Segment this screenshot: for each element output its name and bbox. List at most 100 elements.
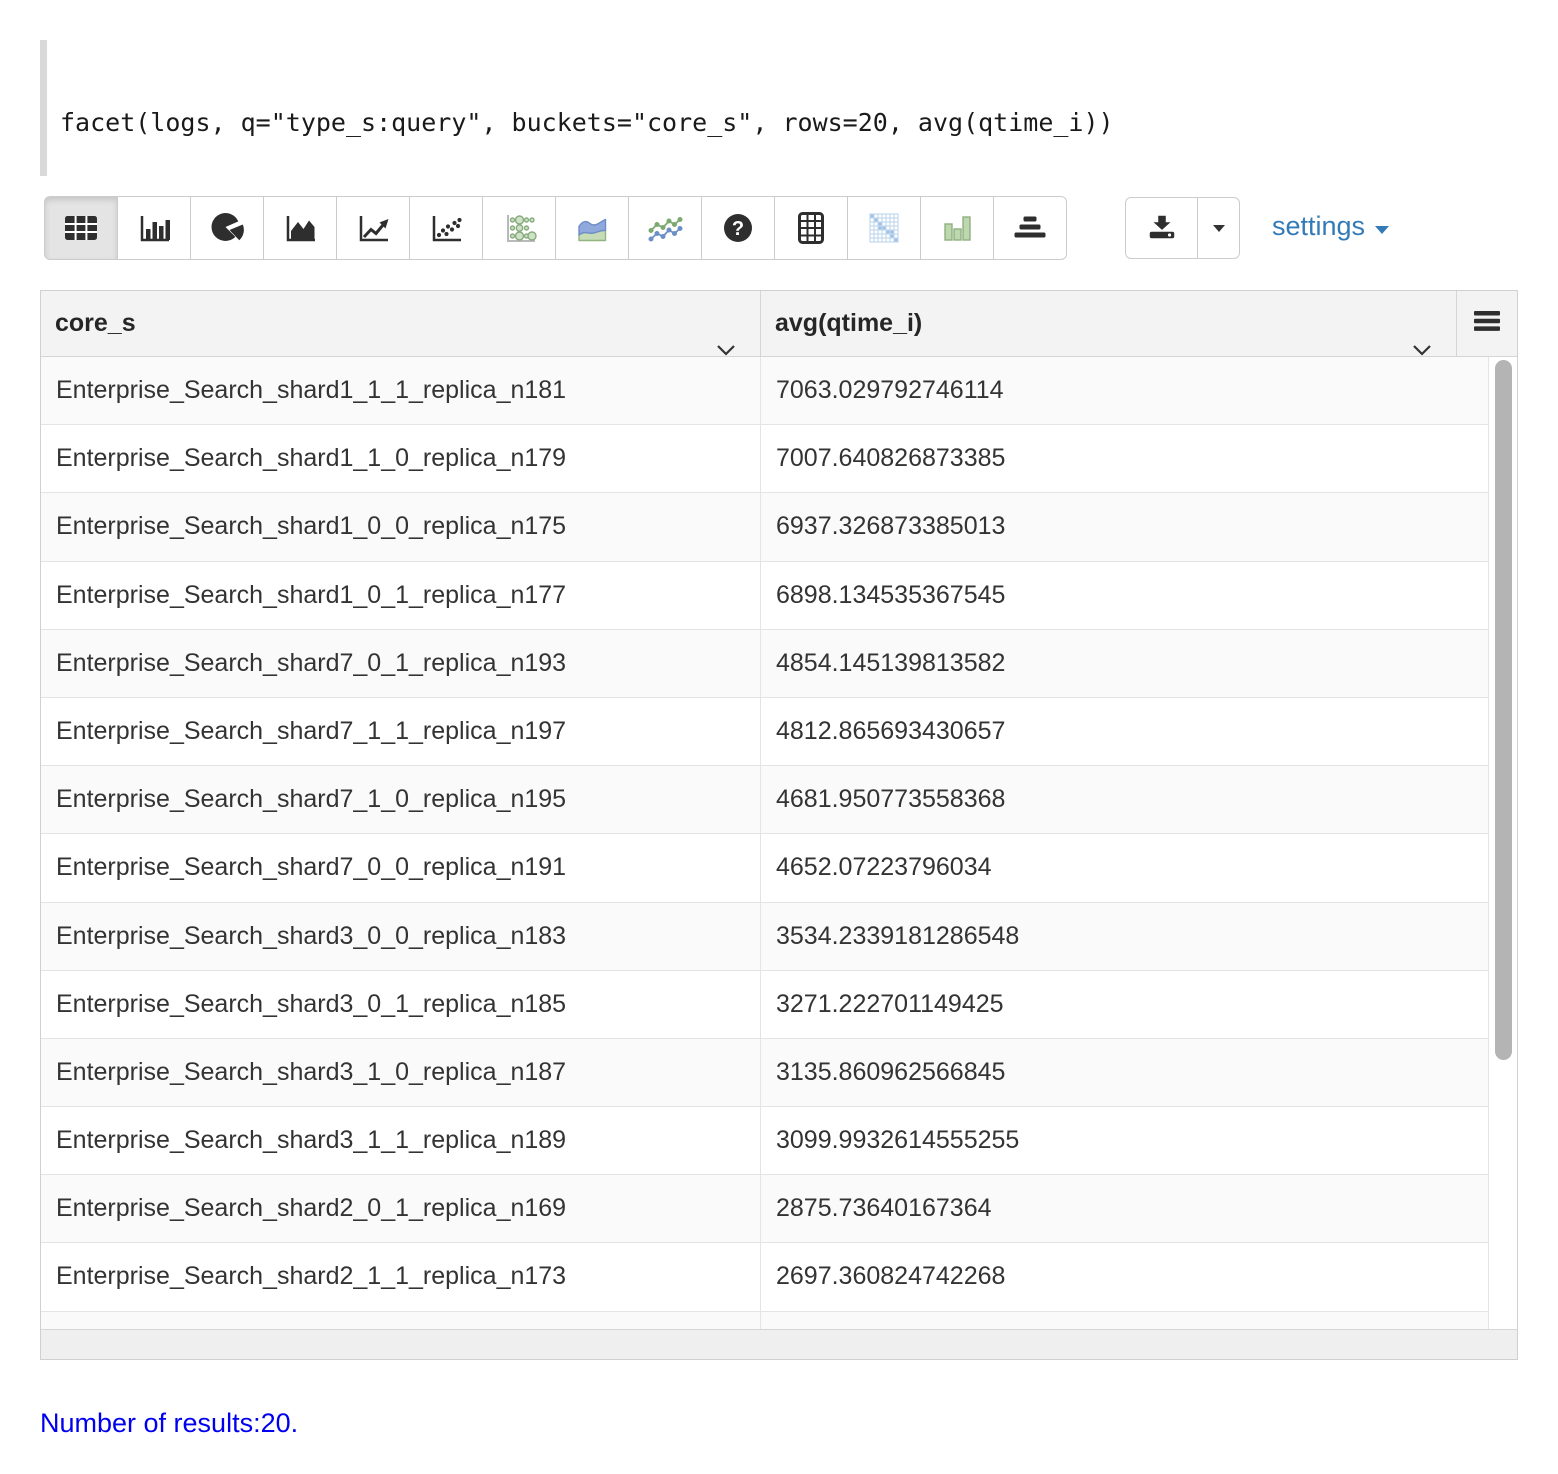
cell-core_s: Enterprise_Search_shard3_0_0_replica_n18… xyxy=(41,903,761,970)
cell-avg-qtime: 6898.134535367545 xyxy=(761,562,1489,629)
table-row: Enterprise_Search_shard1_1_0_replica_n17… xyxy=(41,425,1489,493)
vertical-scrollbar-track[interactable] xyxy=(1489,357,1517,1329)
cell-avg-qtime: 3271.222701149425 xyxy=(761,971,1489,1038)
table-header-row: core_s avg(qtime_i) xyxy=(41,291,1517,357)
download-options-button[interactable] xyxy=(1197,197,1240,259)
cell-core_s: Enterprise_Search_shard3_1_0_replica_n18… xyxy=(41,1039,761,1106)
table-body: Enterprise_Search_shard1_1_1_replica_n18… xyxy=(41,357,1517,1329)
cell-avg-qtime: 3099.9932614555255 xyxy=(761,1107,1489,1174)
green-bars-icon xyxy=(940,212,974,244)
download-button[interactable] xyxy=(1125,197,1198,259)
cell-core_s: Enterprise_Search_shard7_1_1_replica_n19… xyxy=(41,698,761,765)
table-row xyxy=(41,1312,1489,1329)
cell-avg-qtime: 4854.145139813582 xyxy=(761,630,1489,697)
scatter-chart-icon xyxy=(428,213,464,244)
viz-button-heatmap[interactable] xyxy=(847,196,921,260)
table-icon xyxy=(63,213,99,243)
cell-core_s: Enterprise_Search_shard1_0_1_replica_n17… xyxy=(41,562,761,629)
viz-button-bubble-matrix[interactable] xyxy=(482,196,556,260)
pyramid-icon xyxy=(1012,213,1048,243)
settings-label: settings xyxy=(1272,211,1365,242)
table-row: Enterprise_Search_shard3_1_1_replica_n18… xyxy=(41,1107,1489,1175)
table-row: Enterprise_Search_shard1_0_0_replica_n17… xyxy=(41,493,1489,561)
viz-button-table[interactable] xyxy=(44,196,118,260)
cell-core_s: Enterprise_Search_shard1_1_0_replica_n17… xyxy=(41,425,761,492)
cell-avg-qtime: 4812.865693430657 xyxy=(761,698,1489,765)
viz-button-bar-chart[interactable] xyxy=(117,196,191,260)
cell-core_s: Enterprise_Search_shard3_0_1_replica_n18… xyxy=(41,971,761,1038)
table-row: Enterprise_Search_shard3_1_0_replica_n18… xyxy=(41,1039,1489,1107)
cell-core_s: Enterprise_Search_shard2_0_1_replica_n16… xyxy=(41,1175,761,1242)
table-menu-button[interactable] xyxy=(1457,291,1517,356)
line-chart-icon xyxy=(355,213,391,244)
settings-toggle[interactable]: settings xyxy=(1272,211,1390,242)
pie-chart-icon xyxy=(210,211,244,245)
table-row: Enterprise_Search_shard7_1_1_replica_n19… xyxy=(41,698,1489,766)
cell-avg-qtime: 2697.360824742268 xyxy=(761,1243,1489,1310)
help-icon: ? xyxy=(722,212,754,244)
viz-button-pyramid[interactable] xyxy=(993,196,1067,260)
viz-button-grid-table[interactable] xyxy=(774,196,848,260)
table-row: Enterprise_Search_shard1_0_1_replica_n17… xyxy=(41,562,1489,630)
cell-core_s: Enterprise_Search_shard3_1_1_replica_n18… xyxy=(41,1107,761,1174)
table-row: Enterprise_Search_shard3_0_1_replica_n18… xyxy=(41,971,1489,1039)
cell-avg-qtime: 3534.2339181286548 xyxy=(761,903,1489,970)
cell-avg-qtime: 3135.860962566845 xyxy=(761,1039,1489,1106)
cell-avg-qtime: 4652.07223796034 xyxy=(761,834,1489,901)
table-row: Enterprise_Search_shard7_0_0_replica_n19… xyxy=(41,834,1489,902)
table-row: Enterprise_Search_shard2_0_1_replica_n16… xyxy=(41,1175,1489,1243)
heatmap-icon xyxy=(867,211,901,245)
cell-avg-qtime: 4681.950773558368 xyxy=(761,766,1489,833)
vertical-scrollbar-thumb[interactable] xyxy=(1495,360,1512,1060)
column-header-core_s[interactable]: core_s xyxy=(41,291,761,356)
cell-avg-qtime: 7007.640826873385 xyxy=(761,425,1489,492)
viz-button-help[interactable]: ? xyxy=(701,196,775,260)
cell-avg-qtime: 6937.326873385013 xyxy=(761,493,1489,560)
cell-avg-qtime: 7063.029792746114 xyxy=(761,357,1489,424)
bubble-matrix-icon xyxy=(501,213,537,244)
cell-core_s: Enterprise_Search_shard7_0_0_replica_n19… xyxy=(41,834,761,901)
cell-core_s: Enterprise_Search_shard7_0_1_replica_n19… xyxy=(41,630,761,697)
settings-caret-icon xyxy=(1374,211,1390,242)
multi-line-icon xyxy=(647,213,683,244)
viz-button-stacked-area[interactable] xyxy=(555,196,629,260)
visualization-toolbar: ? xyxy=(44,196,1067,260)
horizontal-scrollbar-track[interactable] xyxy=(41,1329,1517,1359)
cell-core_s: Enterprise_Search_shard1_1_1_replica_n18… xyxy=(41,357,761,424)
table-row: Enterprise_Search_shard3_0_0_replica_n18… xyxy=(41,903,1489,971)
download-button-group xyxy=(1125,197,1240,259)
cell-core_s xyxy=(41,1312,761,1329)
editor-gutter xyxy=(40,40,47,176)
stacked-area-icon xyxy=(574,213,610,244)
caret-down-icon xyxy=(1212,221,1226,236)
code-editor[interactable]: facet(logs, q="type_s:query", buckets="c… xyxy=(40,40,1518,176)
viz-button-line-chart[interactable] xyxy=(336,196,410,260)
hamburger-menu-icon xyxy=(1473,310,1501,337)
results-count-text: Number of results:20. xyxy=(40,1408,298,1439)
cell-core_s: Enterprise_Search_shard1_0_0_replica_n17… xyxy=(41,493,761,560)
download-icon xyxy=(1146,212,1178,245)
cell-core_s: Enterprise_Search_shard2_1_1_replica_n17… xyxy=(41,1243,761,1310)
viz-button-pie-chart[interactable] xyxy=(190,196,264,260)
cell-core_s: Enterprise_Search_shard7_1_0_replica_n19… xyxy=(41,766,761,833)
viz-button-group: ? xyxy=(44,196,1067,260)
table-row: Enterprise_Search_shard1_1_1_replica_n18… xyxy=(41,357,1489,425)
bar-chart-icon xyxy=(136,213,172,244)
cell-avg-qtime xyxy=(761,1312,1489,1329)
column-header-avg-qtime[interactable]: avg(qtime_i) xyxy=(761,291,1457,356)
result-table: core_s avg(qtime_i) Enterprise_Search_sh… xyxy=(40,290,1518,1360)
query-code[interactable]: facet(logs, q="type_s:query", buckets="c… xyxy=(60,108,1114,137)
table-rows: Enterprise_Search_shard1_1_1_replica_n18… xyxy=(41,357,1489,1329)
viz-button-scatter-chart[interactable] xyxy=(409,196,483,260)
table-row: Enterprise_Search_shard7_0_1_replica_n19… xyxy=(41,630,1489,698)
cell-avg-qtime: 2875.73640167364 xyxy=(761,1175,1489,1242)
viz-button-green-bars[interactable] xyxy=(920,196,994,260)
area-chart-icon xyxy=(282,213,318,244)
grid-table-icon xyxy=(795,211,827,245)
viz-button-multi-line[interactable] xyxy=(628,196,702,260)
svg-text:?: ? xyxy=(732,218,744,240)
table-row: Enterprise_Search_shard2_1_1_replica_n17… xyxy=(41,1243,1489,1311)
viz-button-area-chart[interactable] xyxy=(263,196,337,260)
zeppelin-paragraph: { "status_bar": { "status_label": "FINIS… xyxy=(0,0,1558,1474)
table-row: Enterprise_Search_shard7_1_0_replica_n19… xyxy=(41,766,1489,834)
